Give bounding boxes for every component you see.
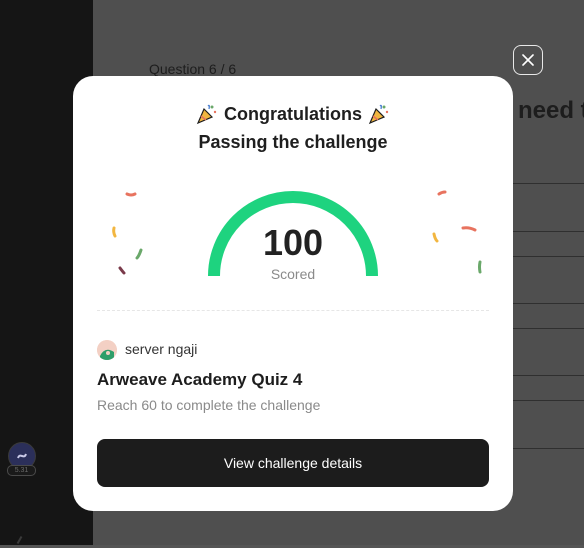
view-challenge-details-button[interactable]: View challenge details xyxy=(97,439,489,487)
quiz-name: Arweave Academy Quiz 4 xyxy=(97,370,303,389)
close-icon xyxy=(522,54,534,66)
question-title: need t xyxy=(518,97,584,124)
org-name: server ngaji xyxy=(125,341,198,357)
org-avatar xyxy=(97,340,117,360)
question-progress: Question 6 / 6 xyxy=(149,61,237,77)
result-modal: Congratulations Passing the challenge 10… xyxy=(73,76,513,511)
score-label: Scored xyxy=(270,266,316,282)
party-popper-icon xyxy=(196,104,217,125)
modal-heading: Congratulations xyxy=(73,103,513,125)
party-popper-icon xyxy=(368,104,389,125)
logo-icon xyxy=(17,453,27,459)
option-divider xyxy=(513,400,584,401)
option-divider xyxy=(513,183,584,184)
quiz-description: Reach 60 to complete the challenge xyxy=(97,397,321,413)
option-divider xyxy=(513,328,584,329)
option-divider xyxy=(513,303,584,304)
section-divider xyxy=(97,310,489,311)
rail-badge: 5.31 xyxy=(7,465,36,476)
option-divider xyxy=(513,448,584,449)
option-divider xyxy=(513,231,584,232)
option-divider xyxy=(513,375,584,376)
congratulations-text: Congratulations xyxy=(224,103,362,124)
score-value: 100 xyxy=(262,222,324,263)
rail-edge-icon xyxy=(16,536,30,548)
org-logo-icon xyxy=(97,340,117,360)
modal-subheading: Passing the challenge xyxy=(198,132,388,152)
close-button[interactable] xyxy=(513,45,543,75)
option-divider xyxy=(513,256,584,257)
